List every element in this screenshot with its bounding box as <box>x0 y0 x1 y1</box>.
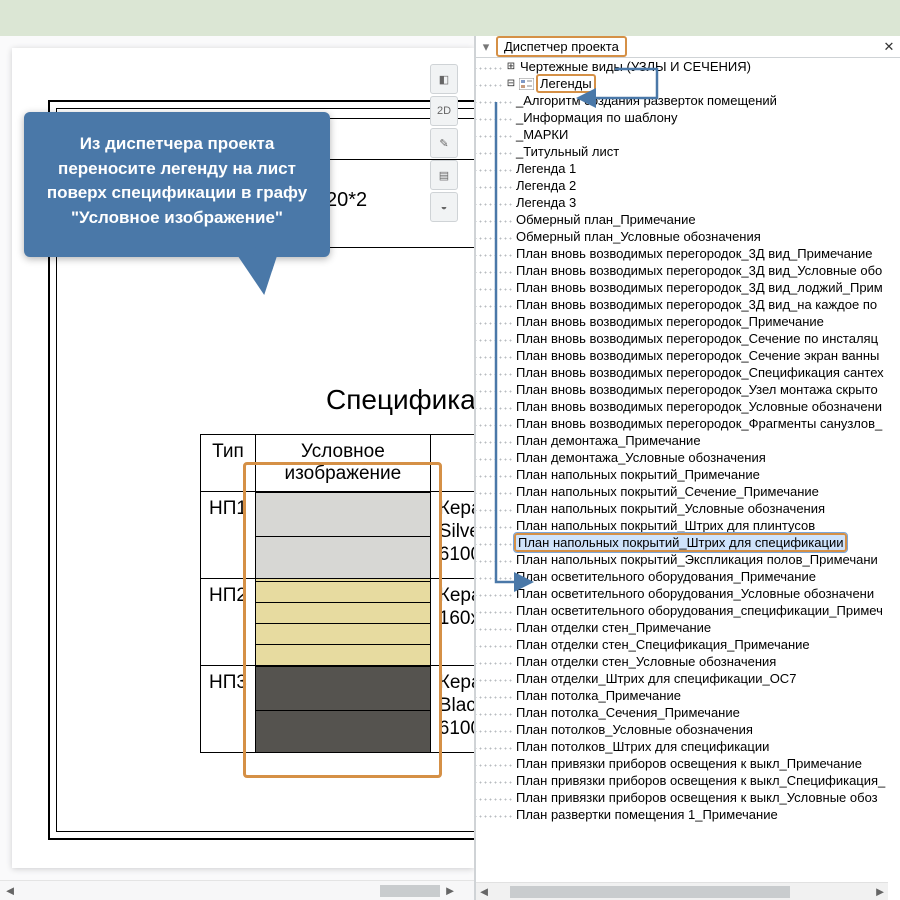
panel-horizontal-scrollbar[interactable]: ◄ ► <box>476 882 888 900</box>
tree-item[interactable]: План привязки приборов освещения к выкл_… <box>476 755 888 772</box>
tree-view[interactable]: ⊞ Чертежные виды (УЗЛЫ И СЕЧЕНИЯ) ⊟ Леге… <box>476 58 888 882</box>
close-icon[interactable]: ✕ <box>878 39 900 55</box>
tree-item[interactable]: План осветительного оборудования_специфи… <box>476 602 888 619</box>
tree-item[interactable]: План потолка_Сечения_Примечание <box>476 704 888 721</box>
tool-button[interactable]: ◒ <box>430 192 458 222</box>
tree-item[interactable]: План развертки помещения 1_Примечание <box>476 806 888 823</box>
tree-item[interactable]: Легенда 1 <box>476 160 888 177</box>
tree-item[interactable]: План отделки стен_Примечание <box>476 619 888 636</box>
tree-item[interactable]: План отделки стен_Условные обозначения <box>476 653 888 670</box>
expand-icon: ⊞ <box>504 60 518 74</box>
hatch-yellow-icon <box>256 579 430 665</box>
table-row: НП3 КерамограBlack 80x861001000164 <box>201 666 475 753</box>
scroll-right-icon: ► <box>440 883 460 898</box>
tree-item[interactable]: План потолков_Условные обозначения <box>476 721 888 738</box>
tree-item[interactable]: План напольных покрытий_Штрих для плинту… <box>476 517 888 534</box>
table-row: НП1 КерамограSilver 80x861001000164 <box>201 492 475 579</box>
tree-item[interactable]: План вновь возводимых перегородок_Сечени… <box>476 330 888 347</box>
tree-item[interactable]: Легенда 3 <box>476 194 888 211</box>
scroll-thumb[interactable] <box>510 886 790 898</box>
tool-button[interactable]: 2D <box>430 96 458 126</box>
tree-item[interactable]: План напольных покрытий_Сечение_Примечан… <box>476 483 888 500</box>
tree-item[interactable]: План вновь возводимых перегородок_3Д вид… <box>476 296 888 313</box>
tree-item[interactable]: План напольных покрытий_Условные обознач… <box>476 500 888 517</box>
col-desc: О <box>430 435 474 492</box>
tree-item[interactable]: План привязки приборов освещения к выкл_… <box>476 789 888 806</box>
tool-button[interactable]: ◧ <box>430 64 458 94</box>
tree-item[interactable]: План демонтажа_Условные обозначения <box>476 449 888 466</box>
tree-item[interactable]: _МАРКИ <box>476 126 888 143</box>
tree-item[interactable]: План осветительного оборудования_Примеча… <box>476 568 888 585</box>
table-row: НП2 Керамогра160x20 арт <box>201 579 475 666</box>
specification-block: Спецификаци Тип Условное изображение О Н… <box>200 370 474 753</box>
tree-item[interactable]: План вновь возводимых перегородок_Примеч… <box>476 313 888 330</box>
horizontal-scrollbar[interactable]: ◄ ► <box>0 880 474 900</box>
legend-icon <box>518 77 534 91</box>
tree-item[interactable]: План демонтажа_Примечание <box>476 432 888 449</box>
tree-item[interactable]: _Алгоритм создания разверток помещений <box>476 92 888 109</box>
tree-item[interactable]: План вновь возводимых перегородок_Сечени… <box>476 347 888 364</box>
view-toolbar: ◧ 2D ✎ ▤ ◒ <box>430 62 466 224</box>
hatch-dark-icon <box>256 666 430 752</box>
scroll-right-icon: ► <box>872 884 888 899</box>
tree-node-legends[interactable]: ⊟ Легенды <box>476 75 888 92</box>
tree-item[interactable]: План вновь возводимых перегородок_3Д вид… <box>476 279 888 296</box>
tree-item[interactable]: План вновь возводимых перегородок_3Д вид… <box>476 245 888 262</box>
tree-item[interactable]: План отделки стен_Спецификация_Примечани… <box>476 636 888 653</box>
scroll-thumb[interactable] <box>380 885 440 897</box>
tool-button[interactable]: ▤ <box>430 160 458 190</box>
col-type: Тип <box>201 435 256 492</box>
tree-item[interactable]: План вновь возводимых перегородок_3Д вид… <box>476 262 888 279</box>
scroll-left-icon: ◄ <box>476 884 492 899</box>
tree-item[interactable]: План осветительного оборудования_Условны… <box>476 585 888 602</box>
scroll-left-icon: ◄ <box>0 883 20 898</box>
tree-item[interactable]: План вновь возводимых перегородок_Узел м… <box>476 381 888 398</box>
tree-item[interactable]: План отделки_Штрих для спецификации_OC7 <box>476 670 888 687</box>
tree-item[interactable]: План напольных покрытий_Экспликация поло… <box>476 551 888 568</box>
tree-item[interactable]: Легенда 2 <box>476 177 888 194</box>
project-browser-panel: ▾ Диспетчер проекта ✕ ⊞ Чертежные виды (… <box>475 36 900 900</box>
tool-button[interactable]: ✎ <box>430 128 458 158</box>
tree-item[interactable]: _Титульный лист <box>476 143 888 160</box>
tree-item[interactable]: План напольных покрытий_Примечание <box>476 466 888 483</box>
tree-item[interactable]: План вновь возводимых перегородок_Условн… <box>476 398 888 415</box>
tree-item[interactable]: План вновь возводимых перегородок_Специф… <box>476 364 888 381</box>
tree-item[interactable]: _Информация по шаблону <box>476 109 888 126</box>
spec-heading: Спецификаци <box>326 384 474 416</box>
tree-item[interactable]: План потолков_Штрих для спецификации <box>476 738 888 755</box>
collapse-icon: ⊟ <box>504 77 518 91</box>
panel-header[interactable]: ▾ Диспетчер проекта ✕ <box>476 36 900 58</box>
tree-item[interactable]: Обмерный план_Условные обозначения <box>476 228 888 245</box>
instruction-callout: Из диспетчера проекта переносите легенду… <box>24 112 330 257</box>
tree-node-views[interactable]: ⊞ Чертежные виды (УЗЛЫ И СЕЧЕНИЯ) <box>476 58 888 75</box>
tree-item[interactable]: План напольных покрытий_Штрих для специф… <box>476 534 888 551</box>
col-image: Условное изображение <box>255 435 430 492</box>
tree-item[interactable]: Обмерный план_Примечание <box>476 211 888 228</box>
grip-icon[interactable]: ▾ <box>476 39 496 55</box>
tree-item[interactable]: План потолка_Примечание <box>476 687 888 704</box>
panel-title: Диспетчер проекта <box>496 36 627 57</box>
tree-item[interactable]: План привязки приборов освещения к выкл_… <box>476 772 888 789</box>
app-top-strip <box>0 0 900 36</box>
tree-item[interactable]: План вновь возводимых перегородок_Фрагме… <box>476 415 888 432</box>
hatch-gray-icon <box>256 492 430 578</box>
